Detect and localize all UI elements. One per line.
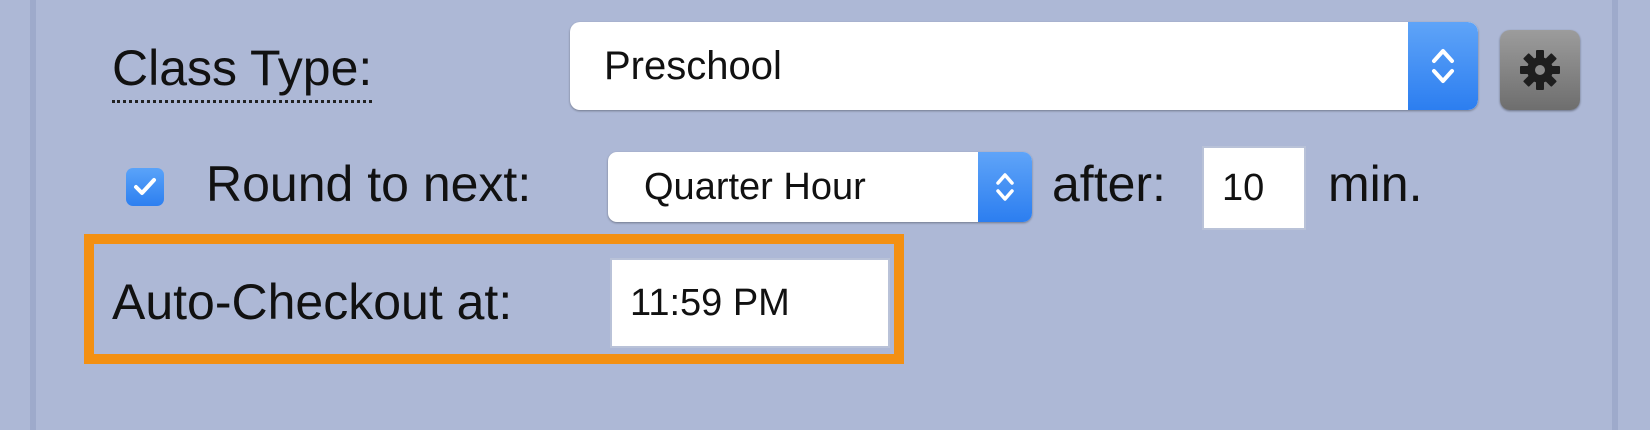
class-type-label[interactable]: Class Type:	[112, 38, 373, 103]
gear-icon	[1520, 50, 1560, 90]
panel-right-border	[1612, 0, 1618, 430]
after-label: after:	[1052, 156, 1166, 212]
class-type-settings-button[interactable]	[1500, 30, 1580, 110]
class-type-select[interactable]: Preschool	[570, 22, 1478, 110]
panel-left-border	[30, 0, 36, 430]
class-type-stepper[interactable]	[1408, 22, 1478, 110]
after-minutes-input[interactable]: 10	[1202, 146, 1306, 230]
round-interval-select[interactable]: Quarter Hour	[608, 152, 1032, 222]
up-down-chevron-icon	[1432, 49, 1454, 83]
round-to-next-label[interactable]: Round to next:	[206, 152, 531, 216]
class-type-value: Preschool	[604, 44, 782, 88]
round-interval-value: Quarter Hour	[644, 166, 866, 208]
up-down-chevron-icon	[996, 173, 1014, 201]
round-checkbox[interactable]	[126, 168, 164, 206]
auto-checkout-label: Auto-Checkout at:	[112, 274, 513, 330]
round-interval-stepper[interactable]	[978, 152, 1032, 222]
minutes-unit-label: min.	[1328, 156, 1423, 212]
auto-checkout-time-input[interactable]: 11:59 PM	[610, 258, 890, 348]
checkmark-icon	[134, 178, 156, 195]
settings-panel: Class Type: Preschool Round to next: Qua…	[0, 0, 1650, 430]
